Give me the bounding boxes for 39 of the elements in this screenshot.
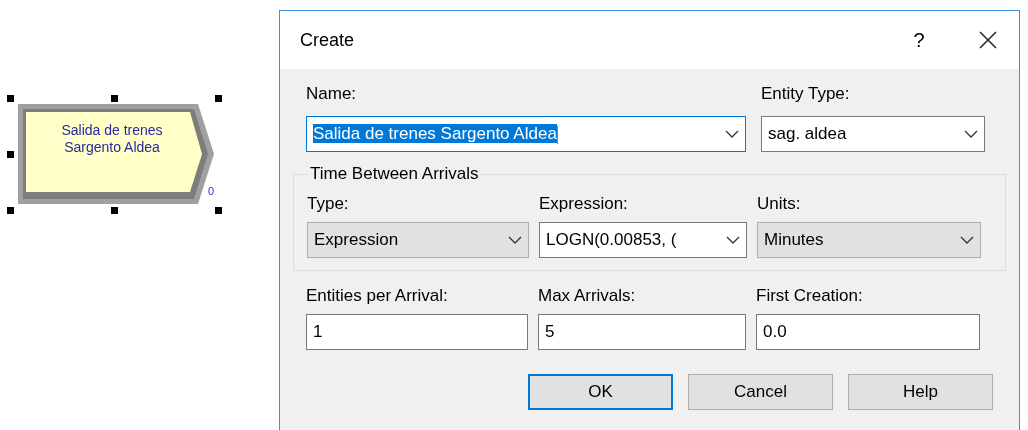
field-label: Name: (306, 85, 358, 102)
selection-handle[interactable] (7, 207, 14, 214)
field-label: Entities per Arrival: (306, 287, 449, 304)
dropdown-field[interactable]: Expression (307, 222, 529, 258)
text-field[interactable]: 1 (306, 314, 528, 350)
selection-handle[interactable] (215, 95, 222, 102)
chevron-down-icon (960, 236, 974, 244)
selection-handle[interactable] (7, 151, 14, 158)
module-label: Sargento Aldea (64, 139, 160, 156)
dropdown-field[interactable]: LOGN(0.00853, ( (539, 222, 747, 258)
help-button[interactable]: ? (899, 25, 939, 55)
field-label: Units: (757, 195, 802, 212)
selection-handle[interactable] (7, 95, 14, 102)
create-module[interactable]: Salida de trenes Sargento Aldea 0 (10, 98, 218, 210)
text-field[interactable]: 5 (538, 314, 746, 350)
selection-handle[interactable] (111, 207, 118, 214)
dropdown-field[interactable]: Salida de trenes Sargento Aldea (306, 116, 746, 152)
selection-handle[interactable] (111, 95, 118, 102)
field-label: First Creation: (756, 287, 864, 304)
chevron-down-icon (508, 236, 522, 244)
text-field[interactable]: 0.0 (756, 314, 980, 350)
dialog-button[interactable]: OK (528, 374, 673, 410)
field-label: Entity Type: (761, 85, 851, 102)
field-label: Expression: (539, 195, 629, 212)
dropdown-field[interactable]: Minutes (757, 222, 981, 258)
module-label: Salida de trenes (61, 122, 163, 139)
chevron-down-icon (964, 130, 978, 138)
close-icon[interactable] (979, 31, 997, 49)
field-label: Max Arrivals: (538, 287, 637, 304)
dropdown-field[interactable]: sag. aldea (761, 116, 985, 152)
group-title: Time Between Arrivals (308, 165, 481, 182)
chevron-down-icon (726, 236, 740, 244)
field-label: Type: (307, 195, 350, 212)
dialog-button[interactable]: Cancel (688, 374, 833, 410)
selection-handle[interactable] (215, 207, 222, 214)
window-title: Create (300, 28, 356, 52)
entity-count: 0 (208, 186, 215, 197)
dialog-button[interactable]: Help (848, 374, 993, 410)
chevron-down-icon (725, 130, 739, 138)
